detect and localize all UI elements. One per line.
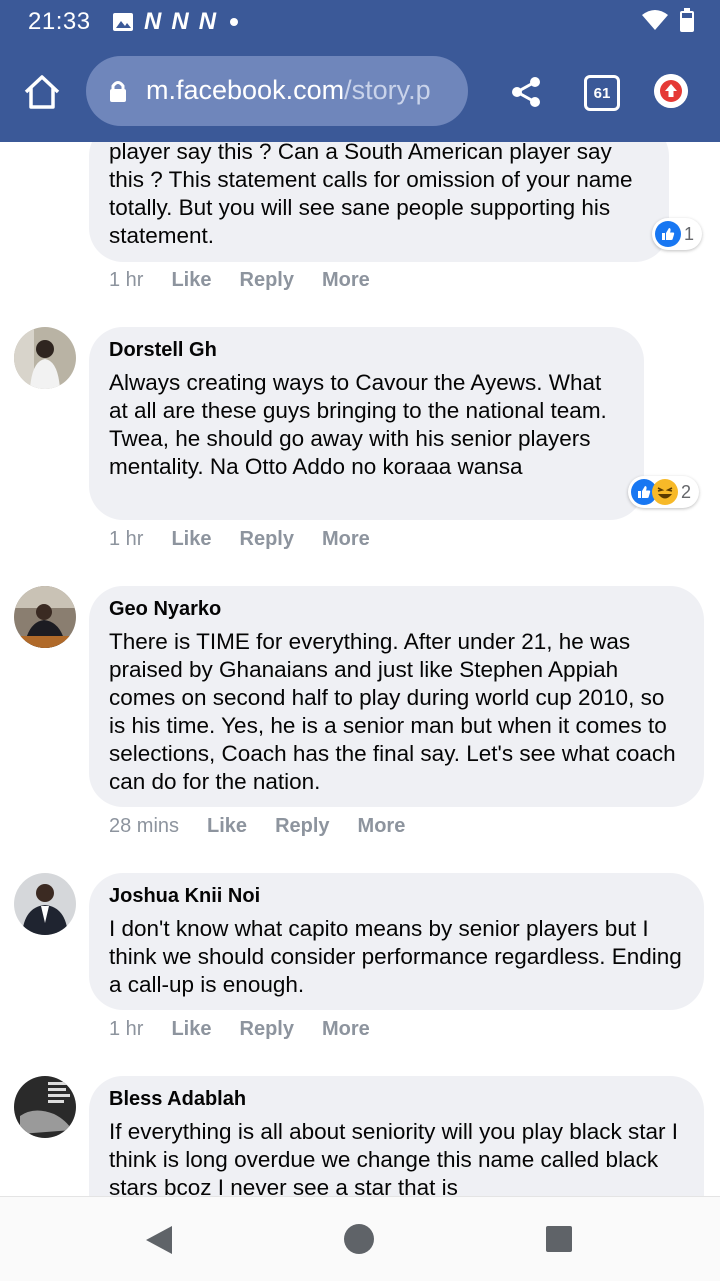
comment-bubble: Geo Nyarko There is TIME for everything.… [89,586,704,807]
like-button[interactable]: Like [171,1018,211,1041]
more-button[interactable]: More [322,1018,370,1041]
notification-icons: N N N [112,8,239,35]
comment-text: I don't know what capito means by senior… [109,916,682,997]
comment-bubble: Joshua Knii Noi I don't know what capito… [89,873,704,1010]
home-icon[interactable] [22,72,62,112]
more-button[interactable]: More [358,815,406,838]
like-button[interactable]: Like [171,528,211,551]
url-path: /story.p [344,75,431,105]
like-button[interactable]: Like [171,269,211,292]
comment-bubble: player say this ? Can a South American p… [89,142,669,262]
more-button[interactable]: More [322,269,370,292]
recents-icon[interactable] [545,1225,573,1253]
comment-author[interactable]: Bless Adablah [109,1088,684,1110]
url-bar[interactable]: m.facebook.com/story.p [86,56,468,126]
address-bar-row: m.facebook.com/story.p 61 [0,56,720,128]
comment-time: 28 mins [109,815,180,837]
comment-text: Always creating ways to Cavour the Ayews… [109,370,607,479]
status-bar: 21:33 N N N [0,0,720,44]
comment-bubble: Dorstell Gh Always creating ways to Cavo… [89,327,644,520]
comment-text: player say this ? Can a South American p… [109,142,633,248]
reply-button[interactable]: Reply [240,528,294,551]
share-icon[interactable] [508,74,544,110]
reaction-count: 2 [681,481,692,502]
reaction-count: 1 [684,223,695,244]
n-icon: N [171,8,189,35]
comment-time: 1 hr [109,528,144,550]
comments-feed: player say this ? Can a South American p… [0,142,720,1196]
n-icon: N [198,8,217,35]
like-icon [655,221,681,247]
comment-actions: 1 hr Like Reply More [109,528,398,551]
lock-icon [110,81,126,102]
avatar[interactable] [14,327,76,389]
url-text: m.facebook.com/story.p [146,75,456,106]
reply-button[interactable]: Reply [275,815,329,838]
comment-time: 1 hr [109,269,144,291]
wifi-icon [642,10,668,30]
comment-text: If everything is all about seniority wil… [109,1119,679,1196]
more-button[interactable]: More [322,528,370,551]
comment-text: There is TIME for everything. After unde… [109,629,676,794]
like-button[interactable]: Like [207,815,247,838]
comment-bubble: Bless Adablah If everything is all about… [89,1076,704,1196]
comment-time: 1 hr [109,1018,144,1040]
battery-icon [680,8,694,32]
avatar[interactable] [14,1076,76,1138]
comment-actions: 1 hr Like Reply More [109,269,398,292]
back-icon[interactable] [144,1224,174,1256]
system-navigation-bar [0,1196,720,1281]
haha-icon [652,479,678,505]
image-icon [113,13,133,31]
n-icon: N [144,8,162,35]
comment-actions: 1 hr Like Reply More [109,1018,398,1041]
avatar[interactable] [14,873,76,935]
avatar[interactable] [14,586,76,648]
comment-actions: 28 mins Like Reply More [109,815,433,838]
reaction-summary[interactable]: 2 [628,476,700,508]
status-time: 21:33 [28,8,91,35]
tab-switcher-button[interactable]: 61 [584,75,620,111]
browser-header: 21:33 N N N m.facebook.com/story.p 61 [0,0,720,142]
reply-button[interactable]: Reply [240,1018,294,1041]
comment-author[interactable]: Joshua Knii Noi [109,885,684,907]
url-host: m.facebook.com [146,75,345,105]
more-notifications-dot [230,18,239,26]
comment-author[interactable]: Dorstell Gh [109,339,624,361]
reaction-summary[interactable]: 1 [652,218,703,250]
update-icon[interactable] [654,74,688,108]
home-nav-icon[interactable] [343,1223,375,1255]
system-icons [642,8,694,32]
comment-author[interactable]: Geo Nyarko [109,598,684,620]
tab-count: 61 [593,84,611,102]
reply-button[interactable]: Reply [240,269,294,292]
